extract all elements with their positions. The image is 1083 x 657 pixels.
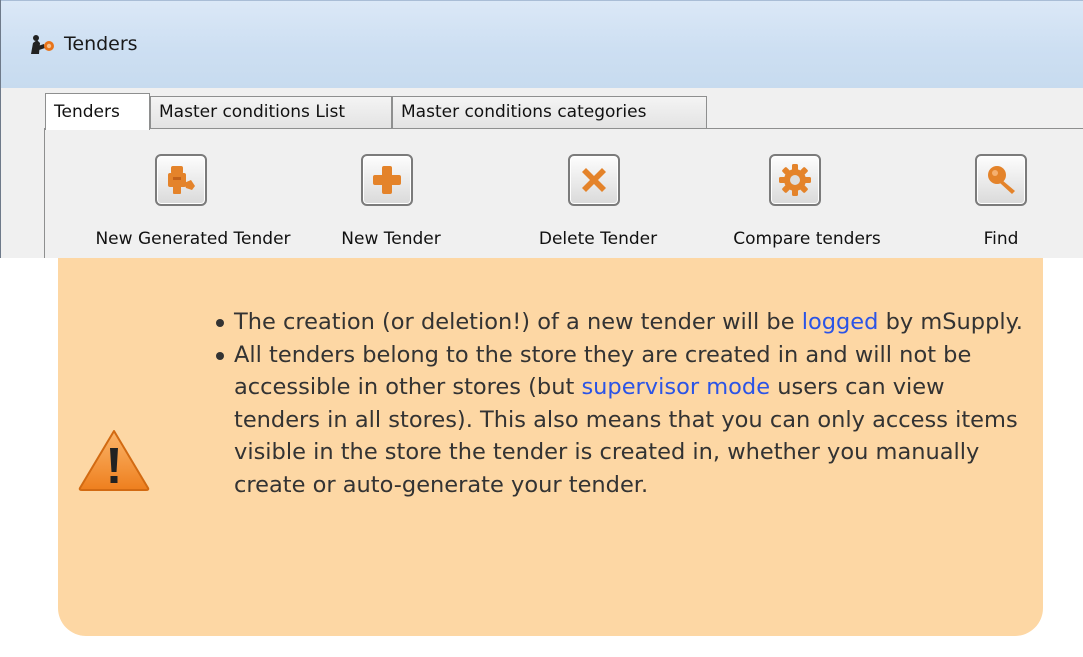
window-titlebar: Tenders (1, 0, 1083, 88)
compare-tenders-button[interactable]: Compare tenders (707, 88, 907, 258)
tab-panel-border (44, 128, 45, 258)
new-tender-button[interactable]: New Tender (326, 88, 456, 258)
msupply-logo-icon (28, 34, 56, 56)
logged-link[interactable]: logged (802, 309, 879, 335)
new-generated-tender-label: New Generated Tender (95, 229, 291, 249)
note-item-text: The creation (or deletion!) of a new ten… (234, 309, 802, 335)
warning-note: The creation (or deletion!) of a new ten… (58, 242, 1043, 636)
window-title: Tenders (64, 33, 138, 55)
note-item-text: by mSupply. (878, 309, 1023, 335)
delete-tender-button[interactable]: Delete Tender (518, 88, 678, 258)
plus-icon (361, 154, 413, 206)
gear-icon (769, 154, 821, 206)
note-item: The creation (or deletion!) of a new ten… (216, 306, 1024, 339)
generate-icon (155, 154, 207, 206)
find-label: Find (983, 229, 1019, 249)
find-button[interactable]: Find (961, 88, 1041, 258)
note-list: The creation (or deletion!) of a new ten… (214, 306, 1024, 501)
compare-tenders-label: Compare tenders (733, 229, 881, 249)
new-tender-label: New Tender (341, 229, 441, 249)
supervisor-mode-link[interactable]: supervisor mode (581, 374, 770, 400)
tab-tenders[interactable]: Tenders (45, 93, 150, 130)
warning-icon (78, 428, 150, 492)
x-icon (568, 154, 620, 206)
magnifier-icon (975, 154, 1027, 206)
tenders-window: Tenders Tenders Master conditions List M… (0, 0, 1083, 258)
tab-area: Tenders Master conditions List Master co… (1, 88, 1083, 258)
note-item: All tenders belong to the store they are… (216, 339, 1024, 502)
delete-tender-label: Delete Tender (538, 229, 658, 249)
